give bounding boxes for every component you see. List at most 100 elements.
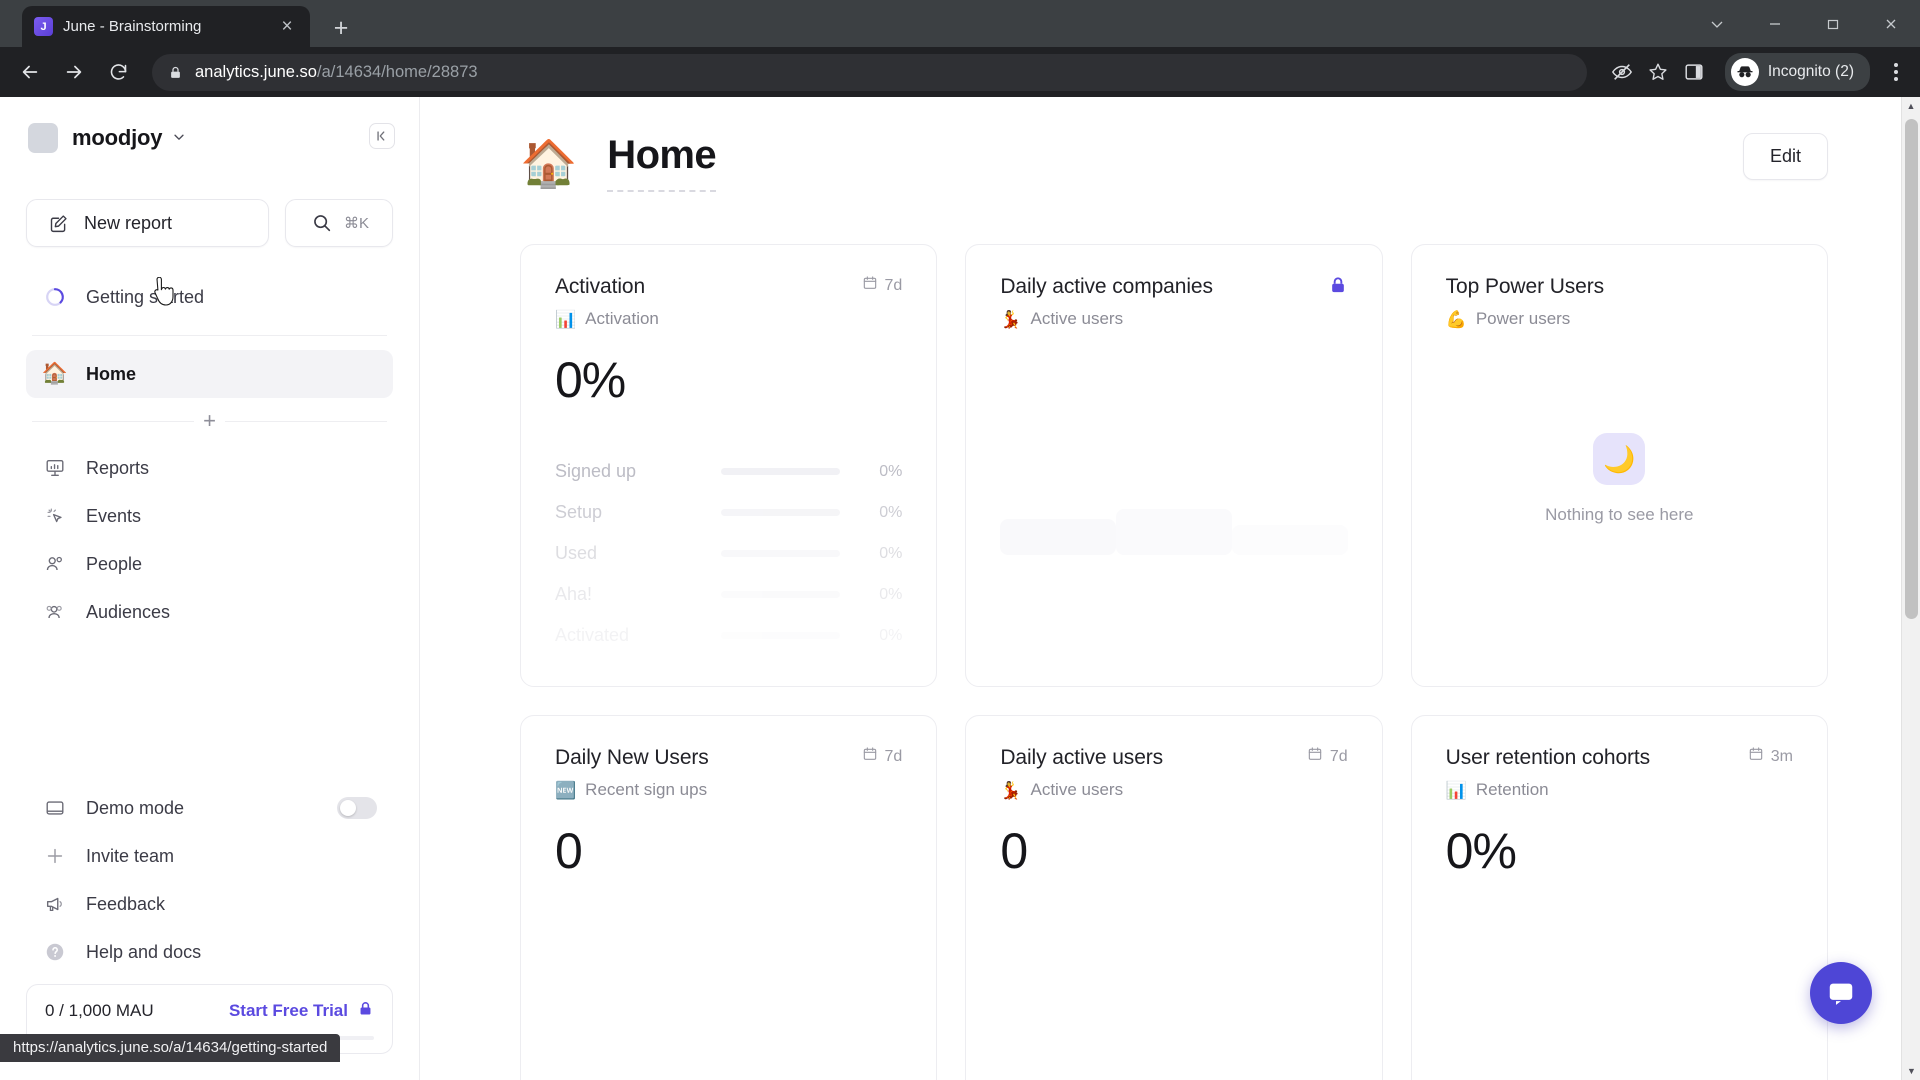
sidebar-item-audiences[interactable]: Audiences: [26, 588, 393, 636]
card-daily-active-companies[interactable]: Daily active companies 💃 Active users: [965, 244, 1383, 687]
card-subtitle: 💪 Power users: [1446, 309, 1604, 329]
funnel-step-bar: [721, 468, 841, 475]
card-top-power-users[interactable]: Top Power Users 💪 Power users 🌙 Nothing …: [1410, 244, 1828, 687]
bookmark-star-icon[interactable]: [1647, 61, 1669, 83]
card-title: Top Power Users: [1445, 275, 1605, 298]
calendar-icon: [862, 746, 878, 767]
card-daily-new-users[interactable]: Daily New Users 🆕 Recent sign ups 7d 0: [520, 715, 938, 1080]
incognito-avatar-icon: [1730, 58, 1759, 86]
card-value: 0%: [1445, 823, 1517, 879]
divider-line-left: [32, 420, 195, 422]
demo-mode-icon: [42, 797, 68, 819]
card-locked-icon[interactable]: [1328, 275, 1348, 299]
card-value: 0%: [555, 352, 626, 408]
browser-window: J June - Brainstorming × + analytics.jun…: [0, 0, 1920, 1080]
new-report-button[interactable]: New report: [26, 199, 269, 247]
card-subtitle-text: Activation: [585, 309, 659, 328]
sidebar-item-label: Home: [86, 363, 137, 384]
search-shortcut-label: ⌘K: [343, 215, 369, 232]
back-button[interactable]: [10, 52, 50, 92]
side-panel-icon[interactable]: [1683, 61, 1705, 83]
new-tab-button[interactable]: +: [326, 16, 356, 41]
close-window-icon[interactable]: [1862, 0, 1920, 47]
sidebar-item-label: Invite team: [86, 845, 175, 866]
question-circle-icon: [42, 941, 68, 963]
sidebar-item-feedback[interactable]: Feedback: [26, 880, 393, 928]
maximize-icon[interactable]: [1804, 0, 1862, 47]
mau-top-row: 0 / 1,000 MAU Start Free Trial: [45, 1000, 374, 1022]
start-free-trial-button[interactable]: Start Free Trial: [229, 1000, 374, 1022]
intercom-launcher-button[interactable]: [1810, 962, 1872, 1024]
card-subtitle: 💃 Active users: [1000, 780, 1163, 800]
skeleton-bar: [1116, 509, 1232, 555]
tab-search-chevron-icon[interactable]: [1688, 0, 1746, 47]
funnel-row: Activated 0%: [555, 615, 902, 656]
tracking-protection-icon[interactable]: [1611, 61, 1633, 83]
close-tab-icon[interactable]: ×: [276, 17, 298, 36]
card-subtitle: 📊 Activation: [555, 309, 659, 329]
reload-button[interactable]: [98, 52, 138, 92]
mau-count-label: 0 / 1,000 MAU: [45, 1001, 154, 1020]
scrollbar-thumb[interactable]: [1905, 119, 1918, 619]
sidebar-nav-secondary: Reports Events People Audiences: [26, 444, 393, 636]
card-timerange-badge[interactable]: 7d: [862, 275, 902, 296]
skeleton-bar: [1231, 525, 1348, 555]
add-section-divider[interactable]: +: [32, 410, 388, 432]
cards-grid: Activation 📊 Activation 7d 0% Signed up …: [520, 244, 1828, 1080]
search-button[interactable]: ⌘K: [285, 199, 393, 247]
card-title-block: User retention cohorts 📊 Retention: [1445, 746, 1651, 800]
funnel-step-pct: 0%: [879, 585, 903, 603]
funnel-step-pct: 0%: [879, 462, 903, 480]
demo-mode-toggle[interactable]: [337, 797, 377, 819]
sidebar-item-label: Reports: [86, 457, 150, 478]
card-daily-active-users[interactable]: Daily active users 💃 Active users 7d 0: [965, 715, 1383, 1080]
funnel-step-label: Used: [555, 543, 598, 563]
main-content: 🏠 Home Edit Activation 📊 Activation 7d 0…: [420, 97, 1920, 1080]
sidebar-item-getting-started[interactable]: Getting started: [26, 273, 393, 321]
workspace-switcher[interactable]: moodjoy: [26, 119, 393, 153]
card-title-block: Top Power Users 💪 Power users: [1446, 275, 1604, 329]
sidebar-item-people[interactable]: People: [26, 540, 393, 588]
sidebar-item-home[interactable]: 🏠 Home: [26, 350, 393, 398]
sidebar-item-demo-mode[interactable]: Demo mode: [26, 784, 393, 832]
minimize-icon[interactable]: [1746, 0, 1804, 47]
card-title: Daily active companies: [1000, 275, 1213, 298]
edit-button[interactable]: Edit: [1742, 133, 1828, 180]
card-value: 0: [1000, 823, 1028, 879]
funnel-step-bar: [721, 509, 841, 516]
incognito-profile-button[interactable]: Incognito (2): [1724, 53, 1870, 91]
dancer-emoji-icon: 💃: [1000, 309, 1022, 329]
browser-tab[interactable]: J June - Brainstorming ×: [22, 6, 310, 47]
scroll-down-arrow-icon[interactable]: ▼: [1902, 1062, 1920, 1080]
card-timerange-badge[interactable]: 7d: [1307, 746, 1348, 767]
sidebar-item-reports[interactable]: Reports: [26, 444, 393, 492]
bar-chart-emoji-icon: 📊: [555, 309, 577, 329]
card-timerange-badge[interactable]: 7d: [862, 746, 902, 767]
edit-square-icon: [45, 213, 71, 234]
plus-icon[interactable]: +: [194, 410, 225, 432]
sidebar-item-help-and-docs[interactable]: Help and docs: [26, 928, 393, 976]
address-bar[interactable]: analytics.june.so/a/14634/home/28873: [152, 53, 1587, 91]
card-activation[interactable]: Activation 📊 Activation 7d 0% Signed up …: [520, 244, 938, 687]
card-header: Daily New Users 🆕 Recent sign ups 7d: [555, 746, 902, 800]
collapse-sidebar-button[interactable]: [369, 123, 395, 149]
vertical-scrollbar[interactable]: ▲ ▼: [1901, 97, 1920, 1080]
sidebar-item-events[interactable]: Events: [26, 492, 393, 540]
locked-chart-placeholder: [1000, 509, 1348, 555]
empty-state-text: Nothing to see here: [1545, 505, 1694, 524]
new-report-label: New report: [84, 212, 173, 233]
scroll-up-arrow-icon[interactable]: ▲: [1902, 97, 1920, 115]
card-title-block: Daily New Users 🆕 Recent sign ups: [555, 746, 709, 800]
sidebar-item-label: Feedback: [86, 893, 166, 914]
chrome-menu-button[interactable]: [1884, 63, 1910, 81]
calendar-icon: [862, 275, 878, 296]
house-emoji-icon: 🏠: [41, 362, 69, 385]
card-user-retention-cohorts[interactable]: User retention cohorts 📊 Retention 3m 0%: [1410, 715, 1828, 1080]
funnel-step-pct: 0%: [879, 503, 903, 521]
bar-chart-emoji-icon: 📊: [1445, 780, 1467, 800]
card-timerange-badge[interactable]: 3m: [1748, 746, 1793, 767]
sidebar-item-invite-team[interactable]: Invite team: [26, 832, 393, 880]
funnel-step-bar: [721, 591, 841, 598]
url-host: analytics.june.so: [195, 62, 317, 81]
forward-button[interactable]: [54, 52, 94, 92]
